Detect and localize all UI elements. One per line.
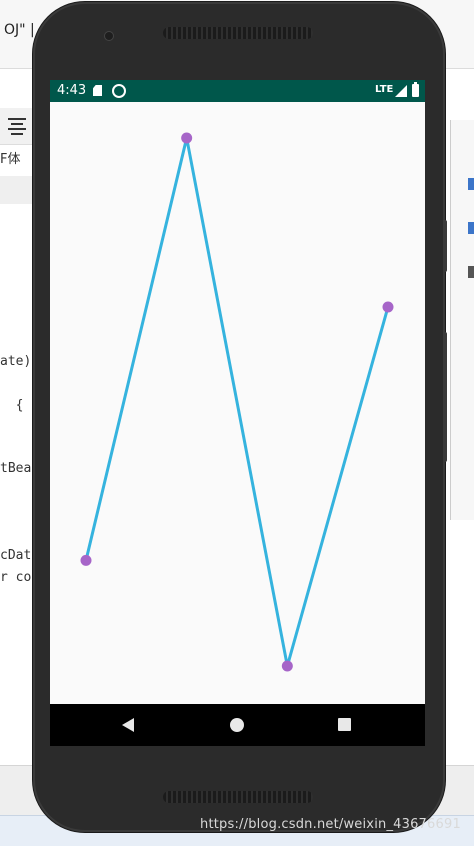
align-center-icon[interactable] xyxy=(8,118,26,135)
home-icon[interactable] xyxy=(230,718,244,732)
background-side-icon xyxy=(468,178,474,190)
network-type: LTE xyxy=(375,84,394,95)
background-window-title: OJ" | xyxy=(4,22,35,38)
sync-icon xyxy=(112,84,126,98)
power-button[interactable] xyxy=(443,332,447,462)
data-point xyxy=(80,554,92,566)
battery-icon xyxy=(412,82,419,97)
data-point xyxy=(181,132,193,144)
status-time: 4:43 xyxy=(57,83,87,98)
background-code-line: tBea xyxy=(0,461,32,476)
status-bar: 4:43 LTE xyxy=(50,80,425,102)
background-font-name: F体 xyxy=(0,152,21,167)
watermark: https://blog.csdn.net/weixin_43676691 xyxy=(200,817,461,832)
back-icon[interactable] xyxy=(122,718,134,732)
background-code-line: r co xyxy=(0,570,32,585)
background-code-line: { xyxy=(0,398,24,413)
front-camera xyxy=(105,32,113,40)
signal-icon xyxy=(395,85,407,97)
phone-screen: 4:43 LTE xyxy=(50,80,425,746)
line-chart xyxy=(80,132,394,672)
app-content xyxy=(50,102,425,704)
recents-icon[interactable] xyxy=(338,718,351,731)
top-speaker-grille xyxy=(163,27,313,39)
background-side-icon xyxy=(468,266,474,278)
background-side-icon xyxy=(468,222,474,234)
background-code-line: ate) xyxy=(0,354,32,369)
data-point xyxy=(281,660,293,672)
volume-button[interactable] xyxy=(443,220,447,272)
sd-card-icon xyxy=(93,85,102,96)
navigation-bar xyxy=(50,704,425,746)
data-point xyxy=(382,301,394,313)
series-line xyxy=(84,137,390,667)
bottom-speaker-grille xyxy=(163,791,313,803)
